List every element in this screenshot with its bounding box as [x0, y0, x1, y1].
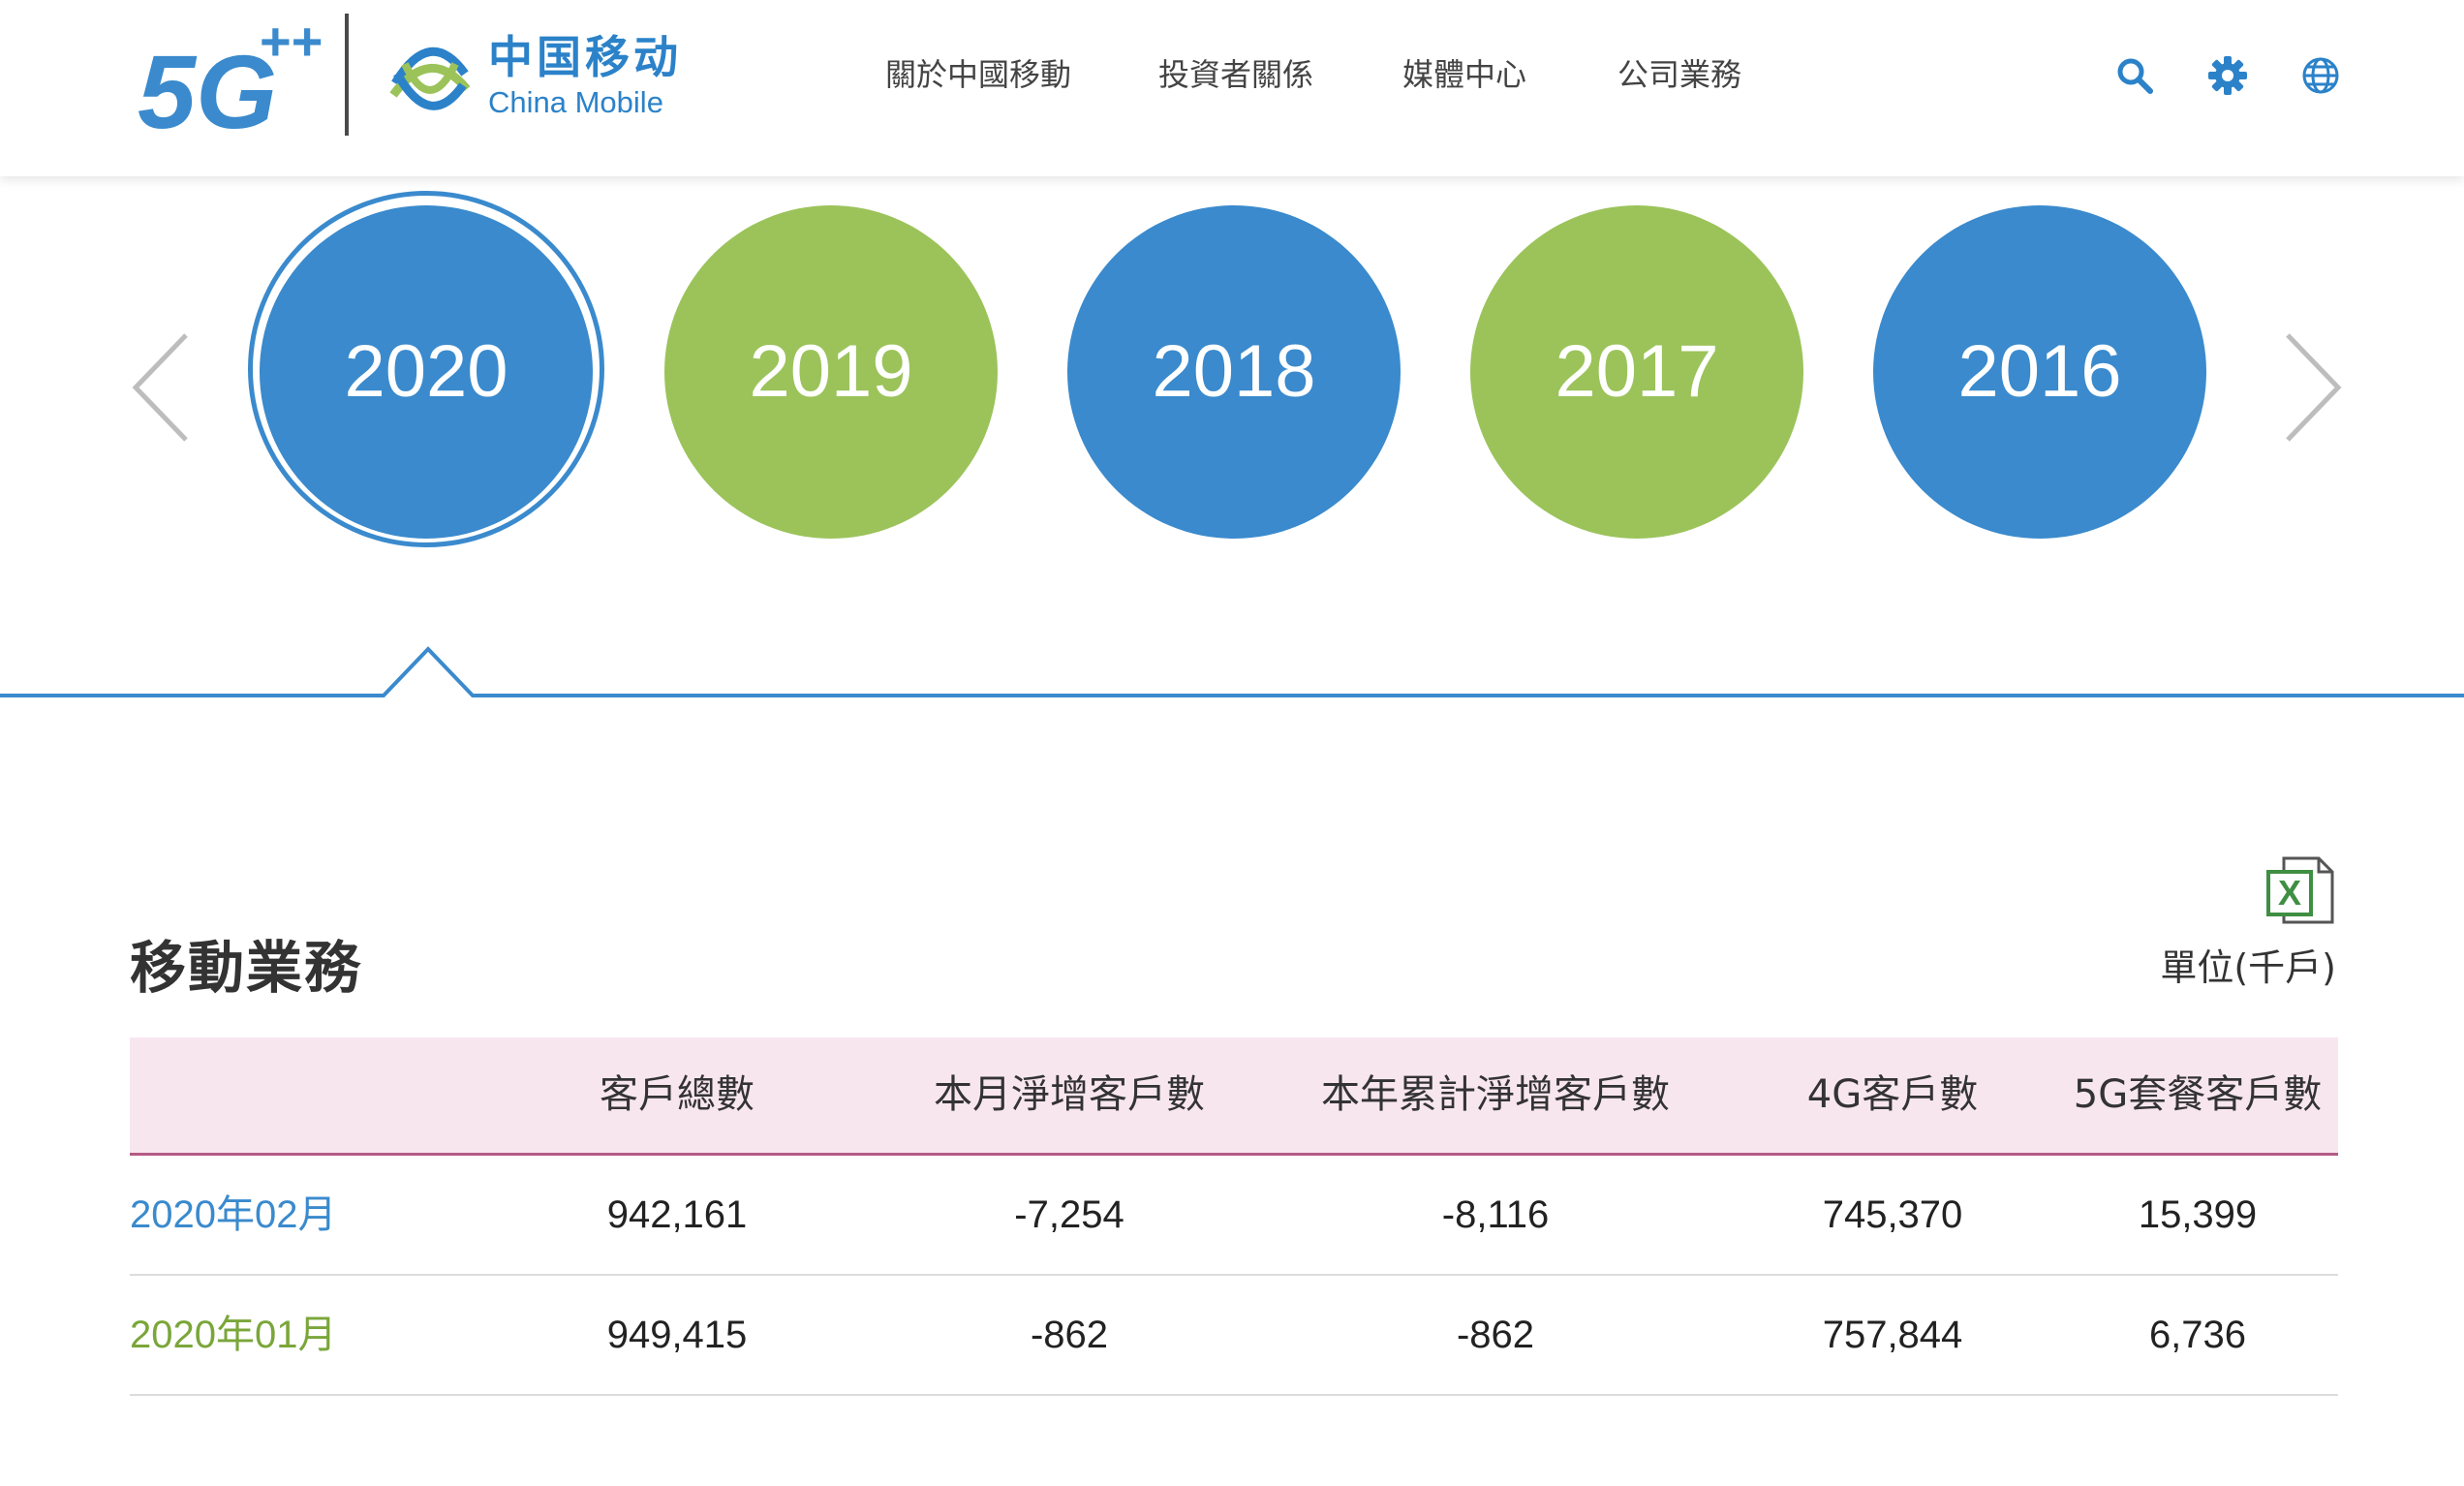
table-row: 2020年01月 949,415 -862 -862 757,844 6,736	[130, 1276, 2338, 1396]
nav-media-centre[interactable]: 媒體中心	[1402, 56, 1526, 93]
year-timeline-indicator	[0, 646, 2464, 697]
year-2016-button[interactable]: 2016	[1873, 205, 2206, 539]
mobile-business-table: 客戶總數 本月淨增客戶數 本年累計淨增客戶數 4G客戶數 5G套餐客戶數 202…	[130, 1037, 2338, 1396]
table-header-row: 客戶總數 本月淨增客戶數 本年累計淨增客戶數 4G客戶數 5G套餐客戶數	[130, 1037, 2338, 1156]
nav-investor-relations[interactable]: 投資者關係	[1158, 56, 1313, 93]
cell-5g-package-customers: 6,736	[2148, 1314, 2247, 1356]
cell-4g-customers: 757,844	[1822, 1314, 1963, 1356]
cell-ytd-net-add: -8,116	[1441, 1193, 1550, 1236]
cell-4g-customers: 745,370	[1822, 1193, 1963, 1236]
nav-about[interactable]: 關於中國移動	[885, 56, 1071, 93]
carousel-next-arrow[interactable]	[2278, 329, 2346, 446]
year-2018-button[interactable]: 2018	[1067, 205, 1401, 539]
nav-company-business[interactable]: 公司業務	[1617, 56, 1741, 93]
5g-logo[interactable]: 5G ++	[136, 14, 329, 139]
cell-5g-package-customers: 15,399	[2138, 1193, 2258, 1236]
section-title: 移動業務	[130, 935, 363, 1001]
cell-monthly-net-add: -7,254	[1014, 1193, 1124, 1236]
column-header-5g-package-customers: 5G套餐客戶數	[2073, 1072, 2323, 1117]
svg-text:++: ++	[260, 14, 323, 72]
column-header-ytd-net-add: 本年累計淨增客戶數	[1321, 1072, 1670, 1117]
site-header: 5G ++ 中国移动 China Mobile 關於中國移動 投資者關係 媒體中…	[0, 0, 2464, 176]
year-2020-button[interactable]: 2020	[260, 205, 593, 539]
cell-total-customers: 949,415	[606, 1314, 748, 1356]
column-header-monthly-net-add: 本月淨增客戶數	[934, 1072, 1205, 1117]
table-row: 2020年02月 942,161 -7,254 -8,116 745,370 1…	[130, 1156, 2338, 1276]
svg-text:X: X	[2278, 873, 2301, 913]
excel-icon[interactable]: X	[2263, 852, 2340, 930]
china-mobile-logo-mark[interactable]	[385, 35, 475, 124]
unit-label: 單位(千戶)	[2160, 946, 2336, 989]
cell-total-customers: 942,161	[606, 1193, 748, 1236]
logo-divider	[345, 14, 349, 136]
logo-chinese-name: 中国移动	[488, 31, 682, 83]
search-icon[interactable]	[2113, 54, 2156, 97]
column-header-4g-customers: 4G客戶數	[1806, 1072, 1979, 1117]
gear-icon[interactable]	[2206, 54, 2249, 97]
row-label-2020-01[interactable]: 2020年01月	[130, 1276, 517, 1394]
globe-icon[interactable]	[2299, 54, 2342, 97]
cell-ytd-net-add: -862	[1456, 1314, 1535, 1356]
logo-english-name: China Mobile	[488, 85, 663, 119]
year-2019-button[interactable]: 2019	[664, 205, 998, 539]
cell-monthly-net-add: -862	[1030, 1314, 1109, 1356]
svg-text:5G: 5G	[138, 33, 277, 139]
year-2017-button[interactable]: 2017	[1470, 205, 1803, 539]
column-header-total-customers: 客戶總數	[600, 1072, 755, 1117]
carousel-prev-arrow[interactable]	[128, 329, 196, 446]
row-label-2020-02[interactable]: 2020年02月	[130, 1156, 517, 1274]
